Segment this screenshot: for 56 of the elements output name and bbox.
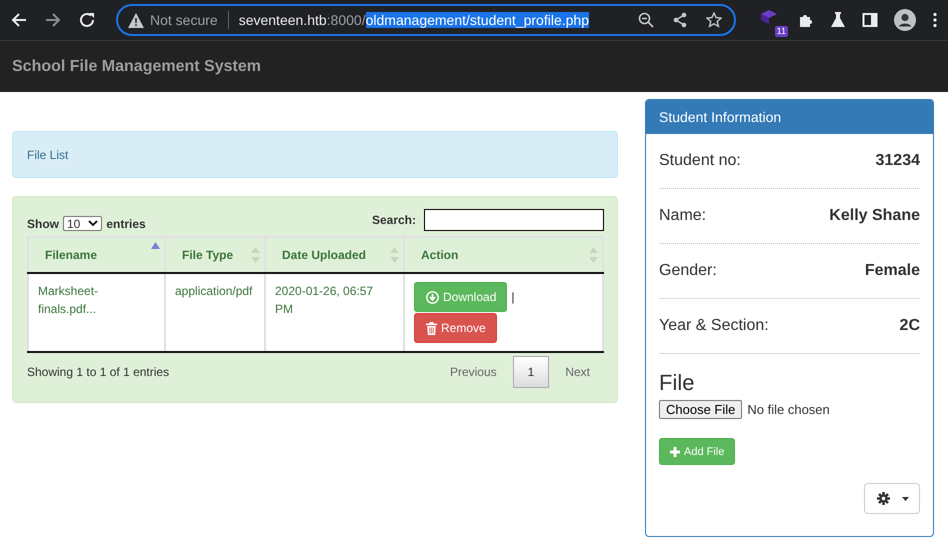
search-label: Search: [372, 213, 416, 227]
brand-title[interactable]: School File Management System [12, 58, 261, 76]
column-header[interactable]: Action [404, 237, 603, 273]
entries-select[interactable]: 10 [63, 216, 102, 231]
settings-icon [877, 492, 890, 505]
show-label: Show [27, 216, 59, 230]
avatar-icon[interactable] [894, 9, 916, 31]
zoom-out-icon[interactable] [638, 12, 654, 28]
field-label: Year & Section: [659, 317, 769, 335]
remove-button[interactable]: Remove [414, 313, 497, 343]
column-header[interactable]: Filename [28, 237, 165, 273]
table-info: Showing 1 to 1 of 1 entries [27, 365, 170, 379]
cube-icon[interactable] [760, 9, 778, 25]
chevron-icon [88, 220, 98, 227]
search-field[interactable] [424, 209, 604, 231]
download-button[interactable]: Download [414, 282, 508, 312]
choose-file-button[interactable]: Choose File [659, 400, 742, 419]
forward-icon[interactable] [44, 11, 62, 29]
panel-title: File List [27, 148, 68, 162]
reload-icon[interactable] [78, 11, 96, 29]
table-cell: Marksheet-finals.pdf... [28, 273, 165, 352]
share-icon[interactable] [672, 12, 688, 28]
field-label: Student no: [659, 152, 741, 170]
field-value: Kelly Shane [829, 207, 920, 225]
download-icon [426, 290, 439, 304]
table-cell: application/pdf [165, 273, 265, 352]
column-header[interactable]: File Type [165, 237, 265, 273]
more-icon[interactable] [932, 12, 938, 28]
page-button[interactable]: 1 [512, 356, 550, 388]
column-header[interactable]: Date Uploaded [265, 237, 404, 273]
star-icon[interactable] [706, 12, 722, 28]
field-value: 2C [900, 317, 920, 335]
puzzle-icon[interactable] [798, 12, 814, 28]
side-panel-icon[interactable] [862, 12, 878, 28]
field-value: Female [864, 262, 920, 280]
url-text: seventeen.htb:8000/oldmanagement/student_profile.php [238, 12, 590, 28]
panel-title: Student Information [659, 109, 782, 125]
back-icon[interactable] [10, 11, 28, 29]
trash-icon [426, 322, 437, 334]
table-cell: 2020-01-26, 06:57 PM [265, 273, 404, 352]
count-badge: 11 [774, 26, 788, 37]
field-label: Gender: [659, 262, 717, 280]
address-bar[interactable]: Not secure seventeen.htb:8000/oldmanagement/student_profile.php [116, 4, 736, 36]
security-label: Not secure [150, 12, 218, 28]
entries-label: entries [106, 216, 146, 230]
add-file-button[interactable]: Add File [659, 438, 736, 465]
caret-icon [902, 496, 909, 500]
flask-icon[interactable] [830, 12, 846, 28]
settings-dropdown[interactable] [864, 483, 920, 514]
section-heading: File [659, 370, 696, 396]
field-label: Name: [659, 207, 706, 225]
separator-text: | [511, 289, 514, 306]
field-value: 31234 [876, 152, 920, 170]
warning-icon [128, 12, 144, 28]
plus-icon [670, 446, 680, 456]
file-status: No file chosen [747, 402, 830, 417]
